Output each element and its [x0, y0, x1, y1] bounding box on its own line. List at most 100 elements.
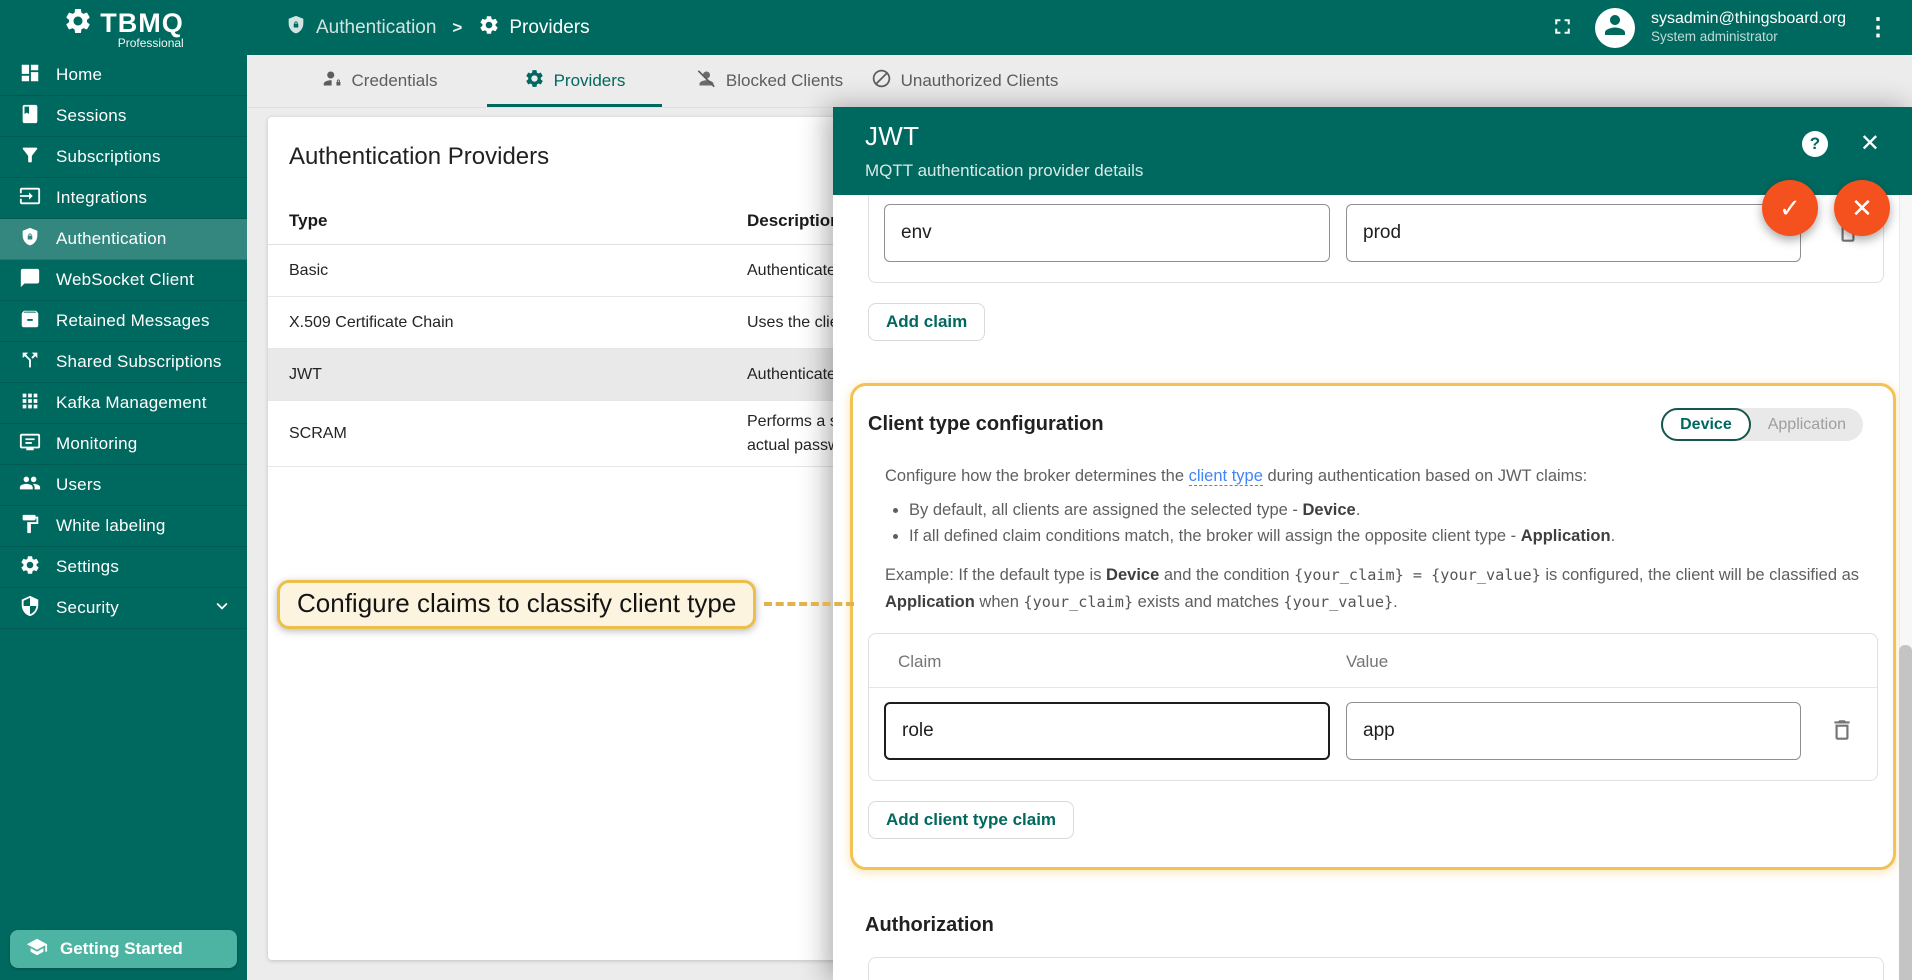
getting-started-button[interactable]: Getting Started — [10, 930, 237, 968]
sidebar: Home Sessions Subscriptions Integrations… — [0, 55, 247, 980]
cancel-fab-button[interactable]: ✕ — [1834, 180, 1890, 236]
more-vert-icon: ⋮ — [1866, 16, 1890, 40]
annotation-connector-line — [764, 602, 854, 606]
client-type-claim-input[interactable] — [884, 702, 1330, 760]
add-claim-button[interactable]: Add claim — [868, 303, 985, 341]
toggle-option-application[interactable]: Application — [1751, 408, 1863, 441]
drawer-close-button[interactable]: ✕ — [1854, 131, 1886, 157]
shield-lock-icon — [285, 14, 307, 42]
sidebar-item-subscriptions[interactable]: Subscriptions — [0, 137, 247, 178]
value-column-header: Value — [1346, 652, 1857, 672]
sidebar-item-settings[interactable]: Settings — [0, 547, 247, 588]
tab-providers[interactable]: Providers — [477, 55, 672, 107]
breadcrumb-providers[interactable]: Providers — [478, 14, 589, 42]
gear-icon — [478, 14, 500, 42]
scrollbar-thumb[interactable] — [1899, 645, 1912, 980]
sidebar-item-security[interactable]: Security — [0, 588, 247, 629]
top-header-bar: TBMQ Professional Authentication > Provi… — [0, 0, 1912, 55]
sidebar-item-integrations[interactable]: Integrations — [0, 178, 247, 219]
client-type-example: Example: If the default type is Device a… — [885, 562, 1868, 615]
tab-blocked-clients[interactable]: Blocked Clients — [672, 55, 867, 107]
breadcrumb-authentication[interactable]: Authentication — [285, 14, 436, 42]
client-type-bullets: By default, all clients are assigned the… — [885, 501, 1878, 546]
client-type-link[interactable]: client type — [1189, 467, 1263, 486]
logo-title: TBMQ — [100, 8, 183, 39]
sidebar-item-shared-subscriptions[interactable]: Shared Subscriptions — [0, 342, 247, 383]
client-type-configuration-section: Client type configuration Device Applica… — [850, 383, 1896, 870]
sidebar-item-monitoring[interactable]: Monitoring — [0, 424, 247, 465]
drawer-header: JWT MQTT authentication provider details… — [833, 107, 1912, 195]
client-type-claim-row — [869, 688, 1877, 780]
apps-grid-icon — [19, 390, 41, 417]
sidebar-item-home[interactable]: Home — [0, 55, 247, 96]
sidebar-item-users[interactable]: Users — [0, 465, 247, 506]
tbmq-app-window: TBMQ Professional Authentication > Provi… — [0, 0, 1912, 980]
fullscreen-button[interactable] — [1546, 10, 1579, 46]
tab-bar: Credentials Providers Blocked Clients Un… — [247, 55, 1912, 108]
user-avatar[interactable] — [1595, 8, 1635, 48]
help-button[interactable]: ? — [1802, 131, 1828, 157]
client-type-toggle: Device Application — [1661, 408, 1863, 441]
dashboard-icon — [19, 62, 41, 89]
book-icon — [19, 103, 41, 130]
tab-unauthorized-clients[interactable]: Unauthorized Clients — [867, 55, 1062, 107]
person-icon — [1600, 10, 1630, 45]
client-type-value-input[interactable] — [1346, 702, 1801, 760]
add-client-type-claim-button[interactable]: Add client type claim — [868, 801, 1074, 839]
column-header-type[interactable]: Type — [268, 211, 747, 231]
value-input[interactable] — [1346, 204, 1801, 262]
breadcrumb: Authentication > Providers — [285, 14, 590, 42]
gear-icon — [19, 554, 41, 581]
monitor-icon — [19, 431, 41, 458]
authorization-card: Default authorization rules Authorizatio… — [868, 957, 1884, 980]
delete-client-type-claim-button[interactable] — [1827, 715, 1857, 748]
section-title: Client type configuration — [868, 413, 1104, 436]
annotation-callout: Configure claims to classify client type — [277, 580, 756, 629]
input-icon — [19, 185, 41, 212]
sidebar-item-sessions[interactable]: Sessions — [0, 96, 247, 137]
tab-credentials[interactable]: Credentials — [282, 55, 477, 107]
user-email: sysadmin@thingsboard.org — [1651, 9, 1846, 29]
person-lock-icon — [322, 68, 343, 94]
claim-row — [869, 195, 1883, 282]
more-menu-button[interactable]: ⋮ — [1862, 12, 1894, 44]
client-type-intro: Configure how the broker determines the … — [885, 463, 1868, 489]
close-icon: ✕ — [1860, 130, 1880, 157]
bullet-default-type: By default, all clients are assigned the… — [909, 501, 1878, 520]
sidebar-item-authentication[interactable]: Authentication — [0, 219, 247, 260]
fullscreen-icon — [1550, 14, 1575, 42]
chat-icon — [19, 267, 41, 294]
call-split-icon — [19, 349, 41, 376]
claim-input[interactable] — [884, 204, 1330, 262]
school-icon — [26, 936, 48, 963]
block-icon — [871, 68, 892, 94]
logo-subtitle: Professional — [118, 36, 184, 50]
people-icon — [19, 472, 41, 499]
person-off-icon — [696, 68, 717, 94]
filter-icon — [19, 144, 41, 171]
bullet-opposite-type: If all defined claim conditions match, t… — [909, 527, 1878, 546]
tbmq-logo[interactable]: TBMQ Professional — [63, 6, 183, 50]
chevron-down-icon — [211, 595, 233, 622]
close-icon: ✕ — [1851, 193, 1873, 224]
user-role: System administrator — [1651, 29, 1846, 46]
sidebar-item-kafka-management[interactable]: Kafka Management — [0, 383, 247, 424]
gear-icon — [524, 68, 545, 94]
format-paint-icon — [19, 513, 41, 540]
sidebar-item-retained-messages[interactable]: Retained Messages — [0, 301, 247, 342]
drawer-scrollbar[interactable] — [1899, 195, 1912, 980]
help-icon: ? — [1810, 134, 1820, 154]
sidebar-item-white-labeling[interactable]: White labeling — [0, 506, 247, 547]
shield-icon — [19, 595, 41, 622]
authorization-title: Authorization — [865, 914, 1883, 937]
toggle-option-device[interactable]: Device — [1661, 408, 1751, 441]
confirm-fab-button[interactable]: ✓ — [1762, 180, 1818, 236]
tbmq-gear-logo-icon — [63, 6, 93, 41]
sidebar-item-websocket-client[interactable]: WebSocket Client — [0, 260, 247, 301]
client-type-claims-card: Claim Value — [868, 633, 1878, 781]
drawer-subtitle: MQTT authentication provider details — [865, 161, 1886, 181]
trash-icon — [1829, 731, 1855, 746]
user-info: sysadmin@thingsboard.org System administ… — [1651, 9, 1846, 46]
breadcrumb-separator: > — [452, 18, 462, 38]
archive-icon — [19, 308, 41, 335]
